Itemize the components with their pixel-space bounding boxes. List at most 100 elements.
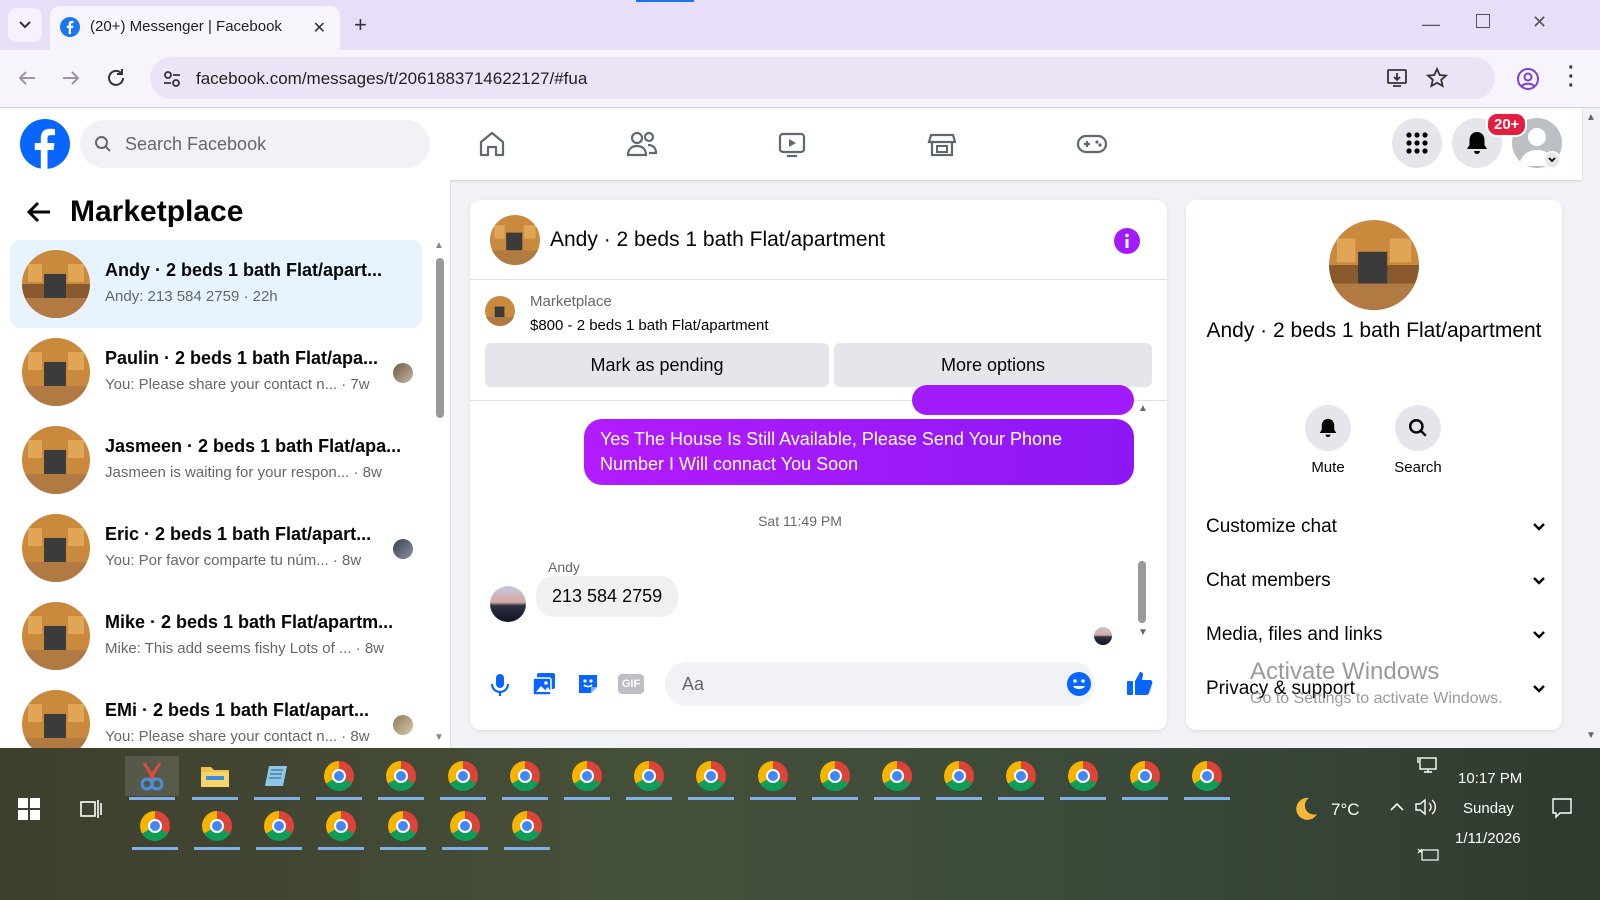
show-hidden-icons-chevron-up-icon[interactable]	[1389, 801, 1405, 813]
taskbar-chrome[interactable]	[622, 756, 676, 800]
customize-chat-row[interactable]: Customize chat	[1206, 507, 1546, 547]
mute-button[interactable]: Mute	[1288, 405, 1368, 476]
taskbar-chrome[interactable]	[1180, 756, 1234, 800]
scroll-down-icon[interactable]: ▼	[434, 732, 444, 743]
windows-start-icon[interactable]	[18, 798, 40, 820]
taskbar-chrome[interactable]	[498, 756, 552, 800]
page-scroll-up-icon[interactable]: ▲	[1586, 112, 1596, 123]
back-arrow-icon[interactable]	[26, 200, 52, 224]
chat-members-row[interactable]: Chat members	[1206, 561, 1546, 601]
list-scrollbar-thumb[interactable]	[436, 258, 444, 418]
close-window-icon[interactable]: ✕	[1532, 12, 1547, 33]
taskbar-chrome[interactable]	[438, 806, 492, 850]
taskbar-chrome[interactable]	[808, 756, 862, 800]
taskbar-app-file-explorer[interactable]	[188, 756, 242, 800]
watch-video-icon[interactable]	[772, 124, 812, 164]
info-icon[interactable]	[1114, 228, 1140, 254]
gaming-icon[interactable]	[1072, 124, 1112, 164]
conversation-item[interactable]: Mike · 2 beds 1 bath Flat/apartm... Mike…	[10, 592, 422, 680]
home-icon[interactable]	[472, 124, 512, 164]
page-scroll-down-icon[interactable]: ▼	[1586, 730, 1596, 741]
chat-title[interactable]: Andy · 2 beds 1 bath Flat/apartment	[550, 228, 885, 252]
notification-center-icon[interactable]	[1551, 797, 1573, 819]
clock-day[interactable]: Sunday	[1463, 800, 1514, 817]
sticker-icon[interactable]	[576, 672, 600, 696]
outgoing-message-bubble[interactable]: Yes The House Is Still Available, Please…	[584, 419, 1134, 485]
clock-time[interactable]: 10:17 PM	[1458, 770, 1522, 787]
tab-search-button[interactable]	[8, 8, 42, 42]
taskbar-app-notepad[interactable]	[250, 756, 304, 800]
taskbar-chrome[interactable]	[312, 756, 366, 800]
taskbar-chrome[interactable]	[314, 806, 368, 850]
scroll-down-icon[interactable]: ▼	[1138, 627, 1148, 638]
taskbar-chrome[interactable]	[746, 756, 800, 800]
incoming-message-bubble[interactable]: 213 584 2759	[536, 576, 679, 617]
site-settings-icon[interactable]	[162, 69, 182, 89]
weather-temperature[interactable]: 7°C	[1331, 800, 1360, 820]
taskbar-chrome[interactable]	[1056, 756, 1110, 800]
conversation-item[interactable]: EMi · 2 beds 1 bath Flat/apart... You: P…	[10, 680, 422, 748]
taskbar-chrome[interactable]	[1118, 756, 1172, 800]
message-input[interactable]: Aa	[665, 662, 1095, 706]
weather-moon-icon[interactable]	[1293, 796, 1319, 822]
browser-menu-icon[interactable]: · · ·	[1568, 58, 1575, 96]
attach-photo-icon[interactable]	[532, 672, 556, 696]
network-keyboard-icon[interactable]	[1417, 848, 1439, 862]
profile-avatar[interactable]	[1329, 220, 1419, 310]
facebook-logo-icon[interactable]	[20, 119, 70, 169]
chat-avatar[interactable]	[490, 215, 540, 265]
taskbar-chrome[interactable]	[190, 806, 244, 850]
listing-title[interactable]: $800 - 2 beds 1 bath Flat/apartment	[530, 317, 768, 334]
message-scrollbar-thumb[interactable]	[1138, 561, 1146, 623]
account-chevron-icon[interactable]	[1543, 151, 1561, 169]
conversation-item[interactable]: Jasmeen · 2 beds 1 bath Flat/apa... Jasm…	[10, 416, 422, 504]
media-files-links-row[interactable]: Media, files and links	[1206, 615, 1546, 655]
taskbar-chrome[interactable]	[932, 756, 986, 800]
facebook-search-input[interactable]: Search Facebook	[80, 120, 430, 168]
desktop-icon[interactable]	[1417, 756, 1439, 774]
volume-speaker-icon[interactable]	[1414, 797, 1438, 817]
profile-icon[interactable]	[1516, 67, 1540, 91]
sender-avatar[interactable]	[490, 586, 526, 622]
menu-grid-button[interactable]	[1392, 118, 1442, 168]
restore-icon[interactable]	[1476, 14, 1490, 28]
taskbar-chrome[interactable]	[436, 756, 490, 800]
taskbar-chrome[interactable]	[374, 756, 428, 800]
scroll-up-icon[interactable]: ▲	[434, 240, 444, 251]
more-options-button[interactable]: More options	[834, 343, 1152, 387]
friends-icon[interactable]	[622, 124, 662, 164]
microphone-icon[interactable]	[490, 673, 510, 697]
taskbar-chrome[interactable]	[376, 806, 430, 850]
minimize-icon[interactable]: —	[1422, 14, 1440, 35]
address-bar[interactable]: facebook.com/messages/t/2061883714622127…	[150, 57, 1495, 99]
new-tab-icon[interactable]: +	[354, 12, 367, 38]
gif-icon[interactable]: GIF	[618, 674, 644, 694]
taskbar-chrome[interactable]	[500, 806, 554, 850]
taskbar-chrome[interactable]	[994, 756, 1048, 800]
conversation-item[interactable]: Paulin · 2 beds 1 bath Flat/apa... You: …	[10, 328, 422, 416]
conversation-item[interactable]: Eric · 2 beds 1 bath Flat/apart... You: …	[10, 504, 422, 592]
like-thumbs-up-icon[interactable]	[1126, 670, 1154, 696]
reload-icon[interactable]	[105, 67, 127, 89]
mark-as-pending-button[interactable]: Mark as pending	[485, 343, 829, 387]
bookmark-star-icon[interactable]	[1426, 67, 1448, 89]
marketplace-store-icon[interactable]	[922, 124, 962, 164]
taskbar-chrome[interactable]	[128, 806, 182, 850]
browser-tab-active[interactable]: (20+) Messenger | Facebook ✕	[50, 6, 340, 50]
forward-icon[interactable]	[60, 67, 82, 89]
search-in-chat-button[interactable]: Search	[1378, 405, 1458, 476]
close-tab-icon[interactable]: ✕	[313, 18, 326, 38]
install-app-icon[interactable]	[1386, 67, 1408, 89]
taskbar-app-snipping[interactable]	[125, 756, 179, 800]
conversation-item[interactable]: Andy · 2 beds 1 bath Flat/apart... Andy:…	[10, 240, 422, 328]
taskbar-chrome[interactable]	[560, 756, 614, 800]
taskbar-chrome[interactable]	[684, 756, 738, 800]
taskbar-chrome[interactable]	[870, 756, 924, 800]
back-icon[interactable]	[16, 67, 38, 89]
menu-grid-icon	[1406, 132, 1428, 154]
emoji-icon[interactable]	[1067, 672, 1091, 696]
task-view-icon[interactable]	[80, 799, 102, 819]
taskbar-chrome[interactable]	[252, 806, 306, 850]
clock-date[interactable]: 1/11/2026	[1455, 830, 1521, 847]
scroll-up-icon[interactable]: ▲	[1138, 403, 1148, 414]
